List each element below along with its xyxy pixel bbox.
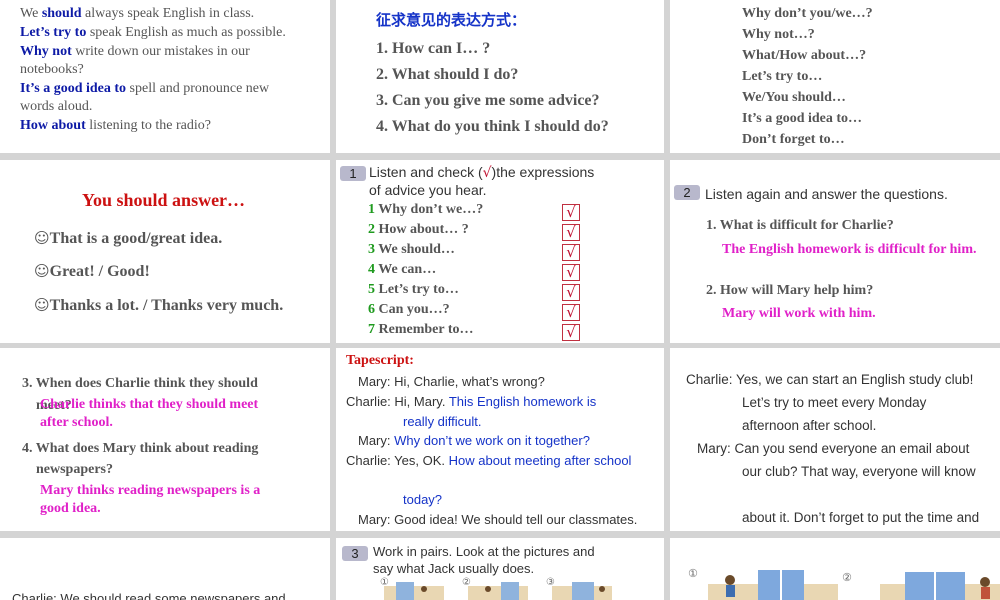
tape2-line-4: Mary: Can you send everyone an email abo… — [697, 441, 970, 456]
response-3: ☺Thanks a lot. / Thanks very much. — [34, 296, 284, 314]
asking-item-4: 4. What do you think I should do? — [376, 118, 609, 135]
answer-4: Mary thinks reading newspapers is a — [40, 483, 261, 498]
tapescript-title: Tapescript: — [346, 353, 414, 368]
tape2-line-1: Charlie: Yes, we can start an English st… — [686, 372, 974, 387]
panel-answer-responses: You should answer… ☺That is a good/great… — [0, 160, 330, 343]
smiley-icon: ☺ — [34, 262, 50, 280]
giving-item-6: It’s a good idea to… — [742, 111, 863, 126]
advice-example-line: It’s a good idea to spell and pronounce … — [20, 81, 270, 96]
expression-item: 1 Why don’t we…? — [368, 202, 484, 217]
check-box[interactable]: √ — [562, 204, 580, 221]
giving-item-2: Why not…? — [742, 27, 815, 42]
pairs-instruction: Work in pairs. Look at the pictures and — [373, 544, 595, 559]
answer-3: Charlie thinks that they should meet — [40, 397, 259, 412]
asking-item-3: 3. Can you give me some advice? — [376, 92, 600, 109]
advice-example-line: Why not write down our mistakes in our — [20, 44, 250, 59]
panel-questions-3-4: 3. When does Charlie think they should m… — [0, 348, 330, 531]
panel-pictures: ① ② — [670, 538, 1000, 600]
response-2: ☺Great! / Good! — [34, 262, 150, 280]
question-1: 1. What is difficult for Charlie? — [706, 218, 894, 233]
panel-asking-advice: 征求意见的表达方式： 1. How can I… ? 2. What shoul… — [336, 0, 664, 153]
tape-line-3: really difficult. — [403, 414, 482, 429]
exercise-number: 1 — [340, 166, 366, 181]
tape-line-1: Mary: Hi, Charlie, what’s wrong? — [358, 374, 545, 389]
giving-item-4: Let’s try to… — [742, 69, 823, 84]
check-box[interactable]: √ — [562, 264, 580, 281]
check-box[interactable]: √ — [562, 324, 580, 341]
question-4: 4. What does Mary think about reading — [22, 441, 259, 456]
charlie-line: Charlie: We should read some newspapers … — [12, 591, 286, 600]
panel-tapescript: Tapescript: Mary: Hi, Charlie, what’s wr… — [336, 348, 664, 531]
exercise-number: 2 — [674, 185, 700, 200]
listen-instruction: Listen and check (√)the expressions — [369, 164, 595, 181]
check-box[interactable]: √ — [562, 284, 580, 301]
expression-item: 2 How about… ? — [368, 222, 469, 237]
question-3: 3. When does Charlie think they should — [22, 376, 258, 391]
giving-item-3: What/How about…? — [742, 48, 867, 63]
expression-item: 6 Can you…? — [368, 302, 450, 317]
panel-listen-check: 1 Listen and check (√)the expressions of… — [336, 160, 664, 343]
pairs-instruction-2: say what Jack usually does. — [373, 561, 535, 576]
giving-item-5: We/You should… — [742, 90, 846, 105]
tape-line-7: Mary: Good idea! We should tell our clas… — [358, 512, 638, 527]
expression-item: 4 We can… — [368, 262, 437, 277]
check-box[interactable]: √ — [562, 304, 580, 321]
panel-tapescript-cont: Charlie: Yes, we can start an English st… — [670, 348, 1000, 531]
tape2-line-2: Let’s try to meet every Monday — [742, 395, 927, 410]
asking-item-1: 1. How can I… ? — [376, 40, 491, 57]
giving-item-1: Why don’t you/we…? — [742, 6, 873, 21]
expression-item: 7 Remember to… — [368, 322, 474, 337]
check-box[interactable]: √ — [562, 244, 580, 261]
tape-line-6: today? — [403, 492, 443, 507]
giving-item-7: Don’t forget to… — [742, 132, 845, 147]
response-1: ☺That is a good/great idea. — [34, 229, 223, 247]
advice-example-line: notebooks? — [20, 62, 84, 77]
panel-advice-examples: We should always speak English in class.… — [0, 0, 330, 153]
answer-3-cont: after school. — [40, 415, 113, 430]
listen-instruction-2: of advice you hear. — [369, 182, 487, 198]
answer-1: The English homework is difficult for hi… — [722, 242, 977, 257]
panel-giving-advice: Why don’t you/we…? Why not…? What/How ab… — [670, 0, 1000, 153]
answer-title: You should answer… — [82, 190, 246, 210]
advice-example-line: Let’s try to speak English as much as po… — [20, 25, 286, 40]
question-2: 2. How will Mary help him? — [706, 283, 874, 298]
jack-pictures — [384, 582, 612, 600]
tape2-line-3: afternoon after school. — [742, 418, 877, 433]
tape-line-2: Charlie: Hi, Mary. This English homework… — [346, 394, 597, 409]
tape2-line-6: about it. Don’t forget to put the time a… — [742, 510, 980, 525]
exercise-number: 3 — [342, 546, 368, 561]
panel-listen-again: 2 Listen again and answer the questions.… — [670, 160, 1000, 343]
picture-label-1: ① — [688, 567, 698, 580]
expression-item: 3 We should… — [368, 242, 455, 257]
asking-advice-heading: 征求意见的表达方式： — [376, 12, 527, 29]
tape-line-4: Mary: Why don’t we work on it together? — [358, 433, 590, 448]
question-4-cont: newspapers? — [36, 462, 114, 477]
smiley-icon: ☺ — [34, 229, 50, 247]
tape-line-5: Charlie: Yes, OK. How about meeting afte… — [346, 453, 632, 468]
answer-2: Mary will work with him. — [722, 306, 876, 321]
panel-charlie-newspapers: Charlie: We should read some newspapers … — [0, 538, 330, 600]
advice-example-line: We should always speak English in class. — [20, 6, 255, 21]
check-box[interactable]: √ — [562, 224, 580, 241]
asking-item-2: 2. What should I do? — [376, 66, 519, 83]
advice-example-line: How about listening to the radio? — [20, 118, 211, 133]
expression-item: 5 Let’s try to… — [368, 282, 459, 297]
smiley-icon: ☺ — [34, 296, 50, 314]
answer-4-cont: good idea. — [40, 501, 101, 516]
tape2-line-5: our club? That way, everyone will know — [742, 464, 976, 479]
jack-pictures-large — [708, 570, 1000, 600]
advice-example-line: words aloud. — [20, 99, 93, 114]
listen-again-instruction: Listen again and answer the questions. — [705, 186, 948, 202]
panel-work-in-pairs: 3 Work in pairs. Look at the pictures an… — [336, 538, 664, 600]
